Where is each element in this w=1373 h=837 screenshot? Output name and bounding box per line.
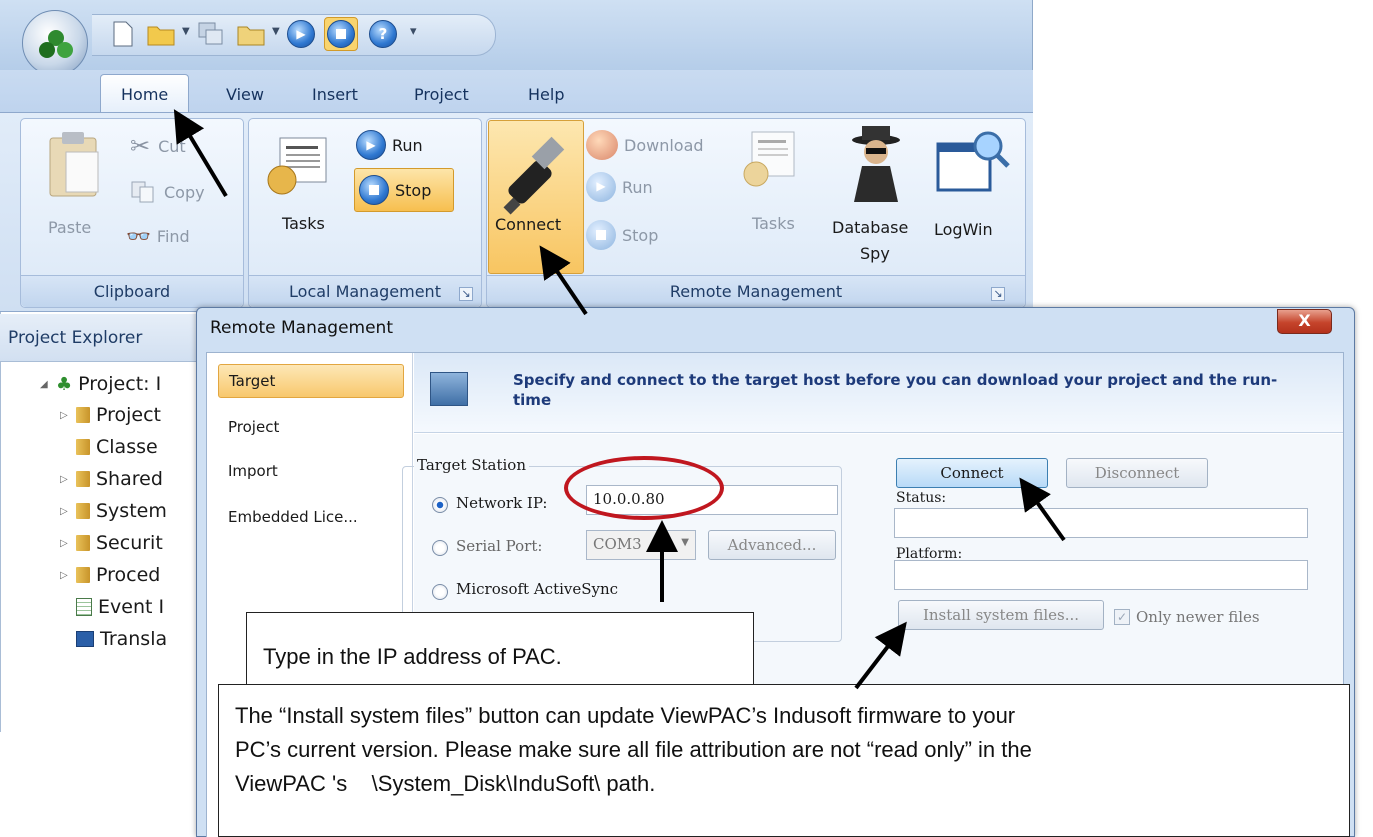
arrow-to-home-tab (173, 109, 228, 198)
annotation-arrows (173, 109, 1066, 690)
arrow-to-connect-button (1019, 477, 1066, 542)
arrow-to-install-button (854, 621, 907, 690)
arrow-to-connect-ribbon (539, 245, 588, 316)
